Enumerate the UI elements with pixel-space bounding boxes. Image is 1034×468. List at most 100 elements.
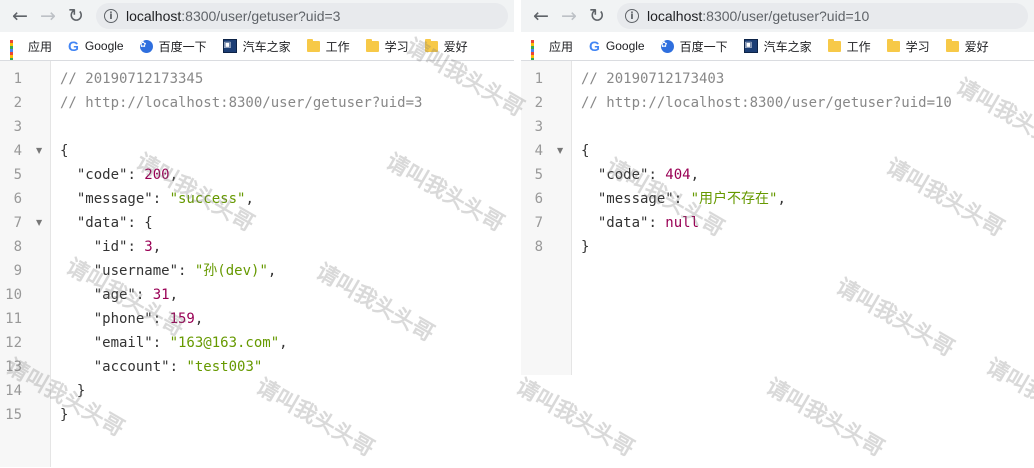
baidu-paw-icon: ✿ [139,39,153,53]
bookmark-item[interactable]: 爱好 [424,38,468,55]
code-token: : [648,215,666,231]
bookmark-item[interactable]: 工作 [306,38,350,55]
code-line: 9 "username": "孙(dev)", [0,259,514,283]
code-token: , [169,287,179,303]
code-token: "username" [60,263,179,279]
code-token: "message" [60,191,153,207]
back-button[interactable]: ← [6,2,34,30]
code-token: : [648,167,666,183]
code-text: "age": 31, [60,283,178,307]
bookmark-label: 工作 [325,39,350,54]
autohome-icon: ▣ [222,39,237,53]
forward-button[interactable]: → [555,2,583,30]
fold-toggle-icon[interactable]: ▼ [557,139,563,163]
bookmark-label: 爱好 [443,39,468,54]
code-token: // 20190712173403 [581,71,725,87]
code-token: , [245,191,254,207]
apps-icon [531,40,543,60]
forward-button[interactable]: → [34,2,62,30]
code-text: } [581,235,589,259]
code-token: "phone" [60,311,153,327]
bookmark-item[interactable]: 工作 [827,38,871,55]
code-token: "id" [60,239,128,255]
code-line: 6 "message": "success", [0,187,514,211]
code-line: 4 ▼ { [521,139,1034,163]
line-number: 4 [534,143,543,159]
bookmark-label: 应用 [28,39,53,54]
code-token: "用户不存在" [690,191,778,207]
code-line: 11 "phone": 159, [0,307,514,331]
browser-window-right: ← → ↻ i localhost:8300/user/getuser?uid=10 应用… [521,0,1034,376]
code-token: "data" [60,215,128,231]
back-button[interactable]: ← [527,2,555,30]
bookmark-item[interactable]: 应用 [531,38,573,60]
address-bar[interactable]: i localhost:8300/user/getuser?uid=3 [96,3,508,29]
code-text: "username": "孙(dev)", [60,259,277,283]
bookmark-item[interactable]: 学习 [886,38,930,55]
reload-button[interactable]: ↻ [62,2,90,30]
line-number: 6 [13,191,22,207]
code-text: } [60,379,85,403]
code-token: : [152,335,170,351]
line-number: 4 [13,143,22,159]
code-line: 2 // http://localhost:8300/user/getuser?u… [0,91,514,115]
bookmark-item[interactable]: ▣ 汽车之家 [222,38,291,55]
code-text: { [60,139,68,163]
code-token: } [60,383,86,399]
code-line: 6 "message": "用户不存在", [521,187,1034,211]
info-icon[interactable]: i [104,9,118,23]
line-number: 7 [13,215,22,231]
bookmark-item[interactable]: G Google [589,38,645,54]
code-line: 15} [0,403,514,427]
code-text: "email": "163@163.com", [60,331,288,355]
code-line: 3 [0,115,514,139]
folder-icon [827,38,841,52]
code-token: // 20190712173345 [60,71,204,87]
code-token: "163@163.com" [169,335,280,351]
code-token: : [127,167,145,183]
bookmark-item[interactable]: 爱好 [945,38,989,55]
code-token: "email" [60,335,153,351]
bookmark-item[interactable]: ▣ 汽车之家 [743,38,812,55]
code-text: "id": 3, [60,235,161,259]
line-number: 11 [5,311,22,327]
code-line: 3 [521,115,1034,139]
code-line: 7 ▼ "data": { [0,211,514,235]
code-line: 7 "data": null [521,211,1034,235]
code-token: : [673,191,691,207]
code-token: , [194,311,204,327]
browser-toolbar: ← → ↻ i localhost:8300/user/getuser?uid=3 [0,0,514,32]
line-number: 8 [13,239,22,255]
fold-toggle-icon[interactable]: ▼ [36,211,42,235]
reload-button[interactable]: ↻ [583,2,611,30]
code-token: "message" [581,191,674,207]
line-number: 10 [5,287,22,303]
code-token: 200 [144,167,170,183]
info-icon[interactable]: i [625,9,639,23]
line-number: 3 [534,119,543,135]
bookmark-item[interactable]: G Google [68,38,124,54]
address-bar[interactable]: i localhost:8300/user/getuser?uid=10 [617,3,1028,29]
browser-window-left: ← → ↻ i localhost:8300/user/getuser?uid=3 应用 G… [0,0,514,468]
code-token: { [60,143,69,159]
bookmark-label: 学习 [384,39,409,54]
bookmark-label: Google [84,39,124,53]
bookmark-item[interactable]: ✿ 百度一下 [139,38,207,55]
code-token: { [581,143,590,159]
bookmark-label: Google [605,39,645,53]
code-token: null [665,215,700,231]
line-number: 6 [534,191,543,207]
bookmark-item[interactable]: ✿ 百度一下 [660,38,728,55]
watermark-text: 请叫我头头哥 [511,374,639,462]
code-token: "age" [60,287,136,303]
bookmark-item[interactable]: 应用 [10,38,53,60]
bookmark-label: 汽车之家 [242,39,291,54]
code-token: "success" [169,191,246,207]
fold-toggle-icon[interactable]: ▼ [36,139,42,163]
code-text: // http://localhost:8300/user/getuser?ui… [60,91,422,115]
line-number: 9 [13,263,22,279]
bookmark-item[interactable]: 学习 [365,38,409,55]
code-text: // 20190712173403 [581,67,724,91]
bookmark-label: 学习 [905,39,930,54]
browser-chrome: ← → ↻ i localhost:8300/user/getuser?uid=3 应用 G… [0,0,514,61]
